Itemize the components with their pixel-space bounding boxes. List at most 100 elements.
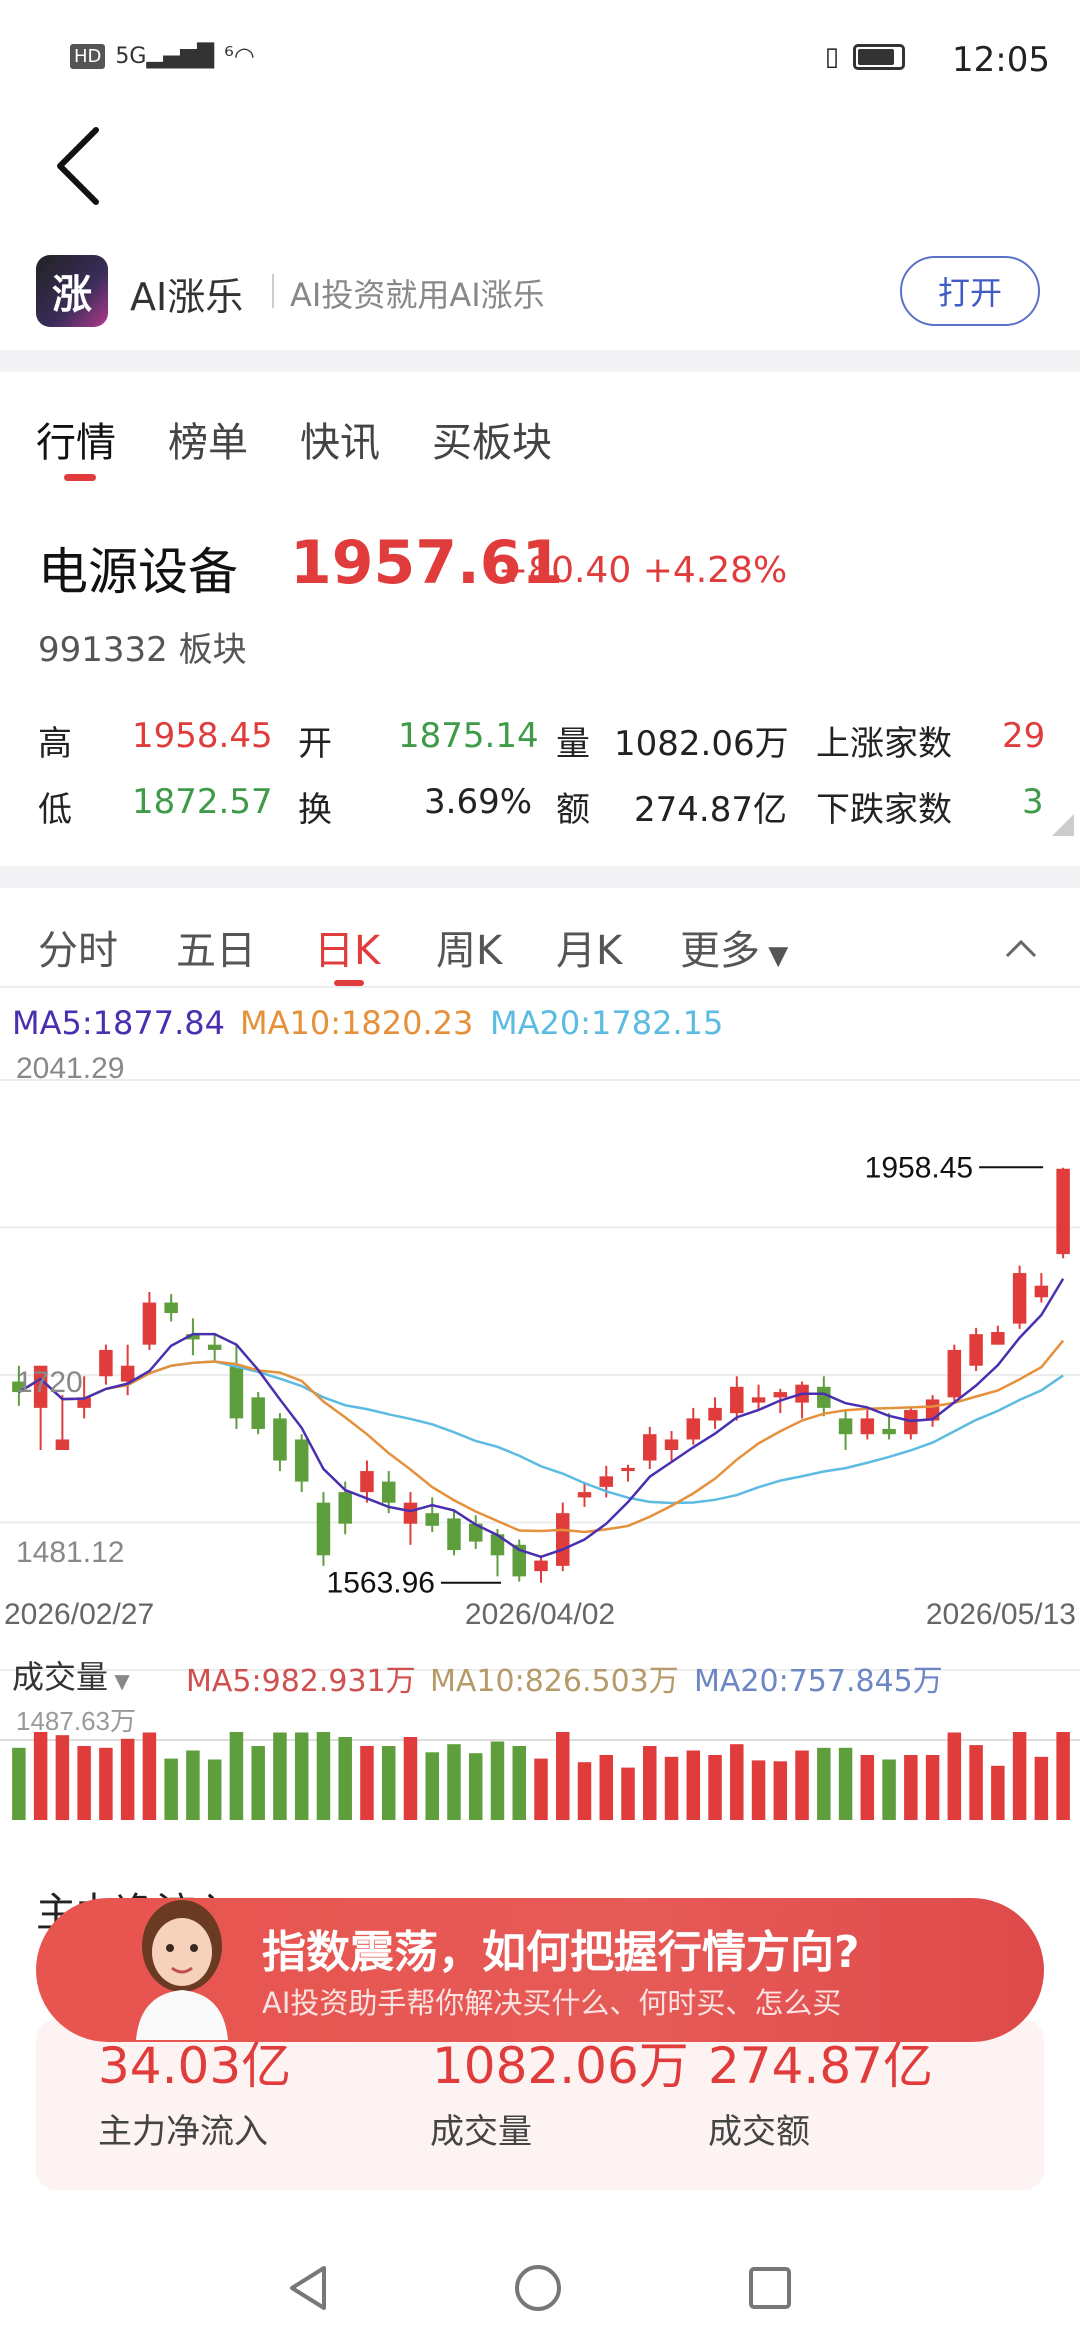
candle-body [360, 1471, 374, 1493]
caret-down-icon: ▼ [108, 1669, 130, 1693]
volume-bar [207, 1759, 222, 1820]
turnover-label: 换 [298, 790, 332, 830]
flow-amount-label: 成交额 [708, 2112, 810, 2152]
up-count-label: 上涨家数 [816, 724, 952, 764]
candle-body [599, 1476, 614, 1487]
candle-body [708, 1407, 722, 1421]
tab-buy-sector[interactable]: 买板块 [432, 410, 552, 468]
assistant-avatar [118, 1890, 246, 2040]
vibrate-icon: ▯ [824, 42, 839, 72]
candle-body [686, 1418, 701, 1440]
candle-body [991, 1332, 1005, 1345]
chart-tab-daily-k[interactable]: 日K [314, 918, 380, 976]
ma5-legend: MA5:1877.84 [12, 1004, 225, 1042]
candle-body [817, 1386, 831, 1408]
candle-body [838, 1418, 853, 1435]
status-left-icons: HD 5G▂▄▆█ ⁶◠ [70, 42, 255, 70]
candlestick-chart[interactable]: 2041.29 1720 1481.12 2026/02/27 2026/04/02 20… [0, 1050, 1080, 1830]
nav-recents-icon[interactable] [748, 2266, 792, 2310]
candle-body [751, 1397, 766, 1403]
candle-body [120, 1365, 135, 1382]
volume-bars [12, 1732, 1070, 1820]
nav-back-icon[interactable] [286, 2264, 330, 2312]
candle-body [316, 1502, 331, 1556]
volume-bar [512, 1746, 526, 1820]
candle-body [556, 1513, 570, 1566]
candle-body [1056, 1168, 1070, 1255]
low-label: 低 [38, 790, 72, 830]
volume-bar [99, 1747, 113, 1820]
y-mid-label: 1720 [16, 1366, 83, 1399]
back-button[interactable] [50, 118, 110, 214]
low-annotation: 1563.96 [327, 1567, 435, 1600]
volume-bar [273, 1732, 287, 1820]
high-annotation: 1958.45 [865, 1151, 973, 1184]
battery-icon [853, 44, 905, 70]
ma10-legend: MA10:1820.23 [240, 1004, 474, 1042]
volume-bar [838, 1747, 853, 1820]
volume-bar [186, 1750, 200, 1820]
chart-tab-5day[interactable]: 五日 [176, 918, 256, 976]
candle-body [947, 1349, 962, 1398]
status-bar: HD 5G▂▄▆█ ⁶◠ ▯ 12:05 [0, 0, 1080, 120]
volume-bar [664, 1756, 679, 1820]
candle-body [338, 1492, 352, 1524]
chevron-left-icon [57, 127, 99, 205]
nav-home-icon[interactable] [514, 2264, 562, 2312]
chart-tab-monthly-k[interactable]: 月K [556, 918, 622, 976]
candle-body [251, 1397, 265, 1429]
candle-body [621, 1467, 635, 1472]
chart-tab-intraday[interactable]: 分时 [38, 918, 118, 976]
tab-news[interactable]: 快讯 [300, 410, 380, 468]
volume-bar [643, 1746, 657, 1820]
candle-body [425, 1513, 439, 1526]
volume-bar [120, 1738, 135, 1820]
volume-bar [447, 1744, 461, 1820]
candle-body [773, 1392, 788, 1398]
volume-bar [55, 1735, 70, 1820]
volume-bar [947, 1732, 962, 1820]
volume-bar [316, 1732, 331, 1820]
candle-body [925, 1399, 940, 1421]
volume-label: 量 [556, 724, 590, 764]
clock: 12:05 [952, 40, 1050, 80]
volume-bar [925, 1755, 940, 1820]
candle-body [207, 1344, 222, 1350]
volume-bar [904, 1755, 918, 1820]
open-app-button[interactable]: 打开 [900, 256, 1040, 326]
chart-tab-weekly-k[interactable]: 周K [436, 918, 502, 976]
volume-bar [360, 1746, 374, 1820]
banner-title: 指数震荡，如何把握行情方向? [262, 1927, 860, 1978]
y-min-label: 1481.12 [16, 1536, 124, 1569]
volume-bar [12, 1747, 26, 1820]
tab-market[interactable]: 行情 [36, 410, 116, 468]
expand-corner-icon[interactable] [1052, 814, 1074, 836]
volume-bar [1056, 1732, 1070, 1820]
signal-icon: 5G▂▄▆█ [115, 43, 215, 69]
candle-body [534, 1560, 548, 1572]
candle-body [403, 1502, 418, 1524]
vol-ma5: MA5:982.931万 [186, 1664, 416, 1699]
volume-toggle[interactable]: 成交量 ▼ [12, 1652, 130, 1698]
volume-bar [251, 1746, 265, 1820]
tab-rankings[interactable]: 榜单 [168, 410, 248, 468]
down-count-value: 3 [1022, 782, 1044, 822]
volume-bar [795, 1750, 809, 1820]
open-value: 1875.14 [398, 716, 539, 756]
volume-bar [621, 1767, 635, 1820]
flow-volume-label: 成交量 [430, 2112, 532, 2152]
chart-labels: 2041.29 1720 1481.12 2026/02/27 2026/04/02 20… [4, 1052, 1076, 1736]
volume-bar [229, 1732, 244, 1820]
collapse-chevron-icon[interactable] [1004, 936, 1038, 960]
section-divider [0, 350, 1080, 372]
volume-max-label: 1487.63万 [16, 1706, 136, 1736]
chart-tab-more[interactable]: 更多 ▼ [680, 918, 788, 976]
candle-body [55, 1439, 70, 1450]
app-name: AI涨乐 [130, 275, 244, 319]
high-label: 高 [38, 724, 72, 764]
candle-body [273, 1418, 287, 1461]
volume-bar [33, 1732, 48, 1820]
candle-body [294, 1439, 309, 1482]
candle-body [229, 1365, 244, 1419]
candle-body [577, 1492, 592, 1498]
